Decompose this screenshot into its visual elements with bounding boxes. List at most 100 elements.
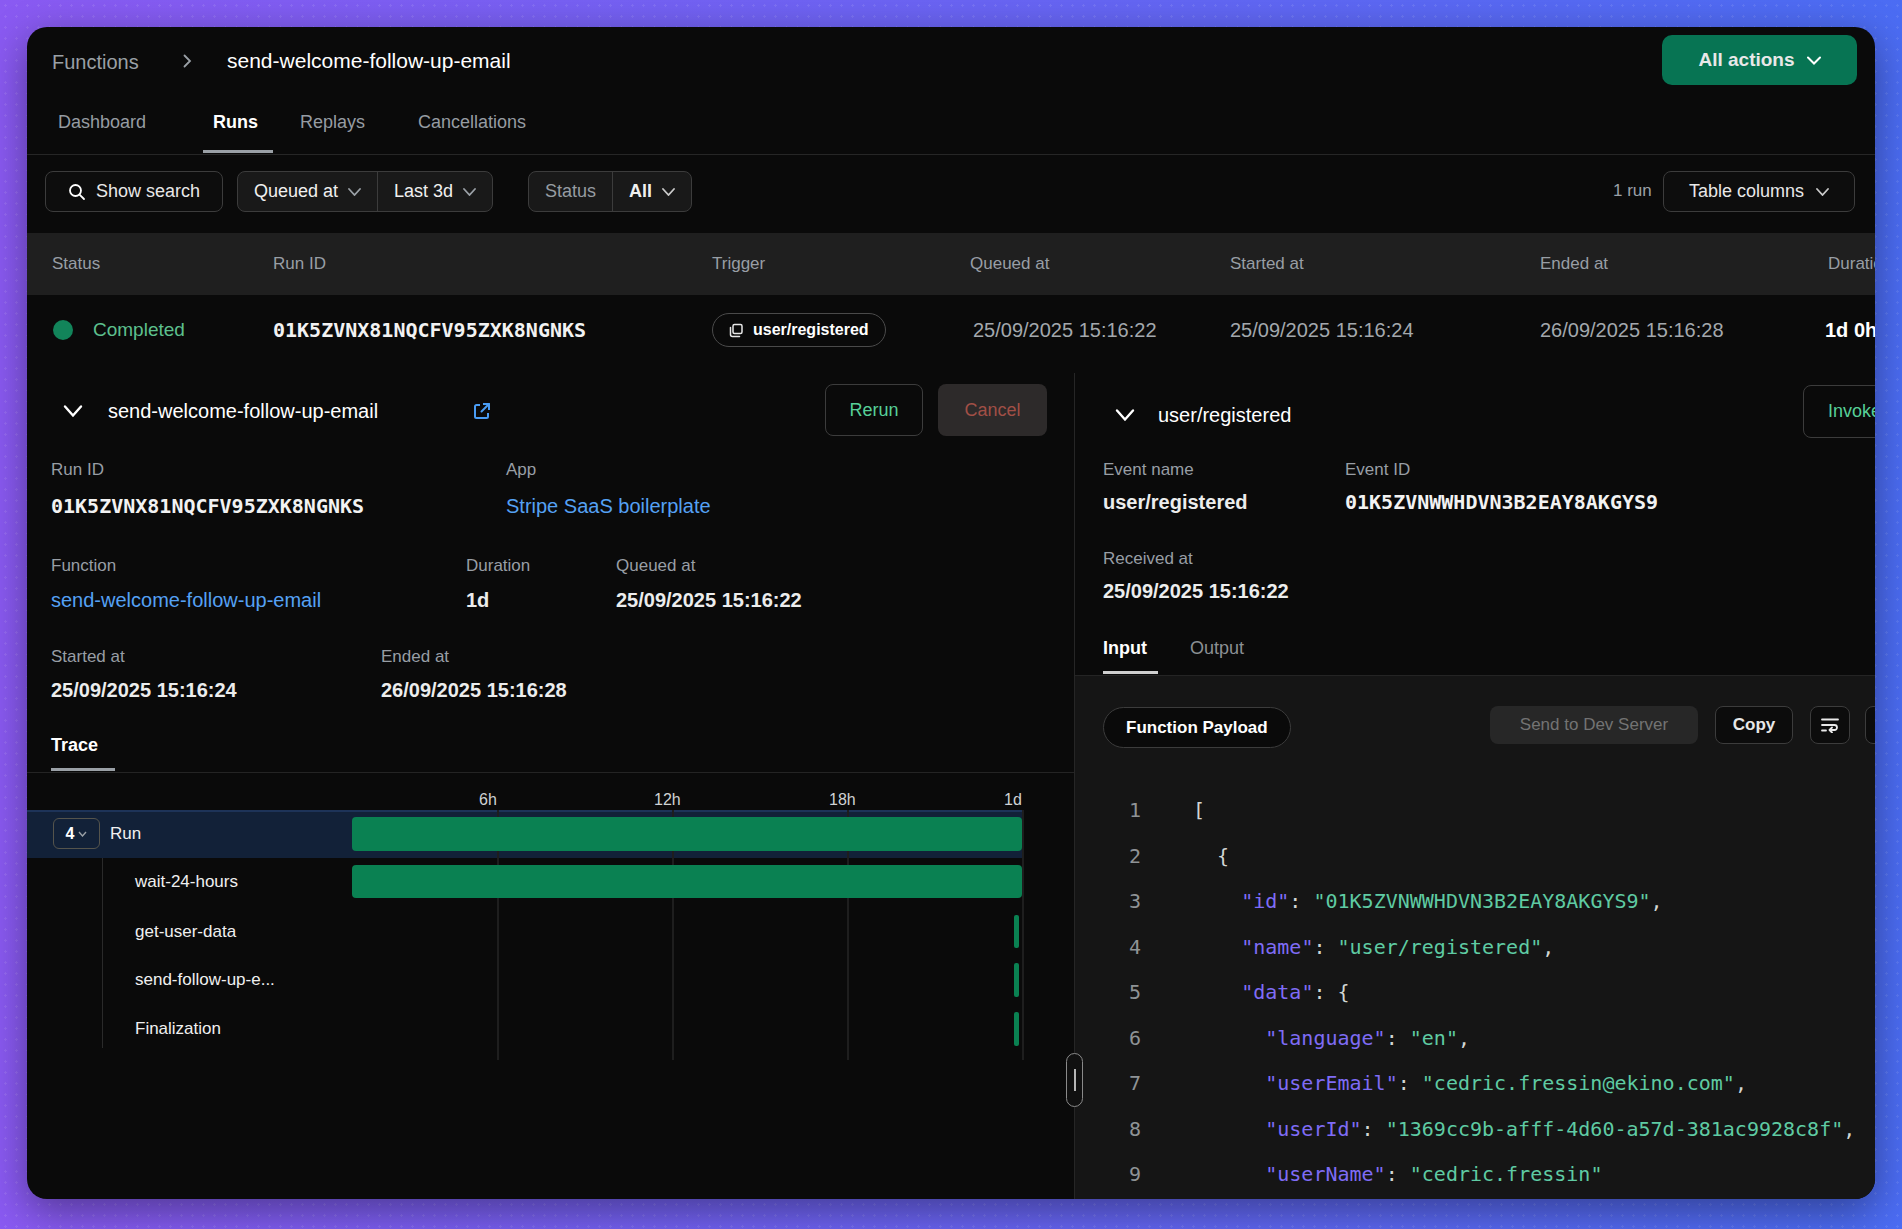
row-queued-at: 25/09/2025 15:16:22 [973, 319, 1157, 342]
trace-row-label[interactable]: get-user-data [135, 922, 236, 942]
chevron-down-icon [1807, 56, 1821, 65]
queued-at-dropdown[interactable]: Queued at [238, 172, 377, 211]
all-actions-button[interactable]: All actions [1662, 35, 1857, 85]
row-ended-at: 26/09/2025 15:16:28 [1540, 319, 1724, 342]
event-id-label: Event ID [1345, 460, 1410, 480]
external-link-icon[interactable] [472, 401, 492, 421]
tab-input[interactable]: Input [1103, 638, 1147, 659]
app-window: Functions send-welcome-follow-up-email A… [27, 27, 1875, 1199]
trace-expand-toggle[interactable]: 4 [53, 818, 100, 849]
send-to-dev-server-button[interactable]: Send to Dev Server [1490, 706, 1698, 744]
queued-at-value: 25/09/2025 15:16:22 [616, 589, 802, 612]
run-id-label: Run ID [51, 460, 104, 480]
trace-row-label[interactable]: wait-24-hours [135, 872, 238, 892]
tab-cancellations[interactable]: Cancellations [418, 112, 526, 133]
code-line: 9 "userName": "cedric.fressin" [1107, 1162, 1602, 1186]
column-header-run-id: Run ID [273, 254, 326, 274]
chevron-down-icon [463, 188, 476, 196]
event-id-value: 01K5ZVNWWHDVN3B2EAY8AKGYS9 [1345, 490, 1658, 514]
code-line: 6 "language": "en", [1107, 1026, 1470, 1050]
queued-at-label: Queued at [616, 556, 695, 576]
tab-runs[interactable]: Runs [213, 112, 258, 133]
chevron-down-icon [1816, 188, 1829, 196]
code-line: 1[ [1107, 798, 1205, 822]
code-line: 5 "data": { [1107, 980, 1350, 1004]
row-status: Completed [93, 319, 185, 341]
function-link[interactable]: send-welcome-follow-up-email [51, 589, 321, 612]
show-search-button[interactable]: Show search [45, 171, 223, 212]
duration-label: Duration [466, 556, 530, 576]
column-header-duration: Duration [1828, 254, 1875, 274]
code-line: 4 "name": "user/registered", [1107, 935, 1554, 959]
trace-span-tick[interactable] [1014, 1012, 1019, 1046]
app-label: App [506, 460, 536, 480]
breadcrumb-parent[interactable]: Functions [52, 51, 139, 74]
function-label: Function [51, 556, 116, 576]
trace-span-bar[interactable] [352, 865, 1022, 898]
chevron-down-icon [78, 831, 87, 837]
collapse-run-chevron-icon[interactable] [63, 405, 83, 418]
trace-axis-label: 6h [479, 791, 497, 809]
copy-button[interactable]: Copy [1715, 706, 1793, 744]
trace-row-label[interactable]: send-follow-up-e... [135, 970, 275, 990]
received-at-label: Received at [1103, 549, 1193, 569]
queued-at-filter-group: Queued at Last 3d [237, 171, 493, 212]
trace-axis-label: 18h [829, 791, 856, 809]
active-tab-underline [203, 150, 273, 153]
time-range-dropdown[interactable]: Last 3d [377, 172, 492, 211]
code-line: 3 "id": "01K5ZVNWWHDVN3B2EAY8AKGYS9", [1107, 889, 1663, 913]
event-name-label: Event name [1103, 460, 1194, 480]
status-filter-label: Status [529, 172, 612, 211]
app-link[interactable]: Stripe SaaS boilerplate [506, 495, 711, 518]
duration-value: 1d [466, 589, 489, 612]
trace-span-tick[interactable] [1014, 963, 1019, 997]
run-id-value: 01K5ZVNX81NQCFV95ZXK8NGNKS [51, 494, 364, 518]
event-name-value: user/registered [1103, 491, 1248, 514]
code-line: 2 { [1107, 844, 1229, 868]
collapse-event-chevron-icon[interactable] [1115, 409, 1135, 422]
trace-row-label[interactable]: Run [110, 824, 141, 844]
row-started-at: 25/09/2025 15:16:24 [1230, 319, 1414, 342]
stack-icon [729, 323, 744, 338]
invoke-button[interactable]: Invoke [1803, 385, 1875, 438]
more-code-button[interactable] [1865, 706, 1875, 744]
trigger-badge[interactable]: user/registered [712, 313, 886, 347]
trace-span-bar[interactable] [352, 817, 1022, 851]
tab-dashboard[interactable]: Dashboard [58, 112, 146, 133]
function-payload-pill[interactable]: Function Payload [1103, 707, 1291, 748]
trace-axis-label: 12h [654, 791, 681, 809]
cancel-button[interactable]: Cancel [938, 384, 1047, 436]
search-icon [68, 183, 86, 201]
chevron-down-icon [662, 188, 675, 196]
started-at-value: 25/09/2025 15:16:24 [51, 679, 237, 702]
ended-at-label: Ended at [381, 647, 449, 667]
word-wrap-icon [1821, 717, 1839, 733]
word-wrap-button[interactable] [1810, 706, 1850, 744]
table-columns-dropdown[interactable]: Table columns [1663, 171, 1855, 212]
rerun-button[interactable]: Rerun [825, 384, 923, 436]
status-filter-dropdown[interactable]: All [612, 172, 691, 211]
code-line: 7 "userEmail": "cedric.fressin@ekino.com… [1107, 1071, 1747, 1095]
tab-output[interactable]: Output [1190, 638, 1244, 659]
row-duration: 1d 0h 0m [1825, 319, 1875, 342]
run-count: 1 run [1613, 181, 1652, 201]
chevron-right-icon [179, 53, 195, 69]
event-panel-title: user/registered [1158, 404, 1291, 427]
column-header-trigger: Trigger [712, 254, 765, 274]
column-header-status: Status [52, 254, 100, 274]
tabs-divider [27, 154, 1875, 155]
trace-span-tick[interactable] [1014, 915, 1019, 948]
trace-row-label[interactable]: Finalization [135, 1019, 221, 1039]
ended-at-value: 26/09/2025 15:16:28 [381, 679, 567, 702]
status-dot [53, 320, 73, 340]
trace-tab[interactable]: Trace [51, 735, 98, 756]
column-header-ended-at: Ended at [1540, 254, 1608, 274]
tab-replays[interactable]: Replays [300, 112, 365, 133]
received-at-value: 25/09/2025 15:16:22 [1103, 580, 1289, 603]
row-run-id[interactable]: 01K5ZVNX81NQCFV95ZXK8NGNKS [273, 318, 586, 342]
drag-handle[interactable] [1066, 1053, 1083, 1107]
trace-axis-label: 1d [1004, 791, 1022, 809]
column-header-started-at: Started at [1230, 254, 1304, 274]
page-title: send-welcome-follow-up-email [227, 49, 511, 73]
trace-gridline [1022, 810, 1024, 1060]
